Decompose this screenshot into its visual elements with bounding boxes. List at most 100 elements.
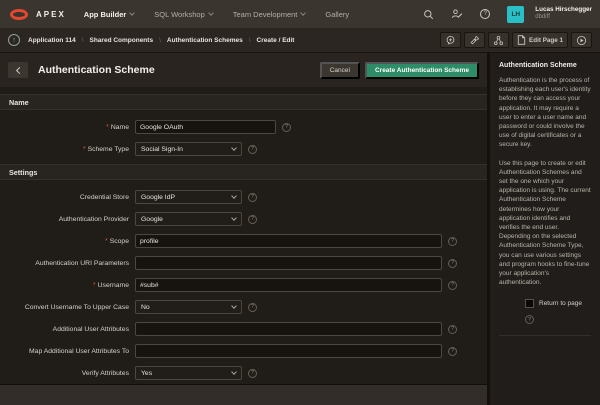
user-name: Lucas Hirschegger [535, 6, 592, 14]
form-footer [0, 384, 487, 405]
field-label: Convert Username To Upper Case [0, 304, 135, 311]
field-row-authentication-provider: Authentication Provider Google ? [0, 208, 487, 230]
section-header-settings: Settings [0, 164, 487, 180]
required-marker: * [93, 282, 96, 289]
menu-gallery[interactable]: Gallery [325, 10, 349, 19]
cancel-button[interactable]: Cancel [320, 62, 360, 79]
field-value: Google OAuth [140, 124, 183, 131]
field-label: *Name [0, 124, 135, 131]
help-icon[interactable]: ? [480, 9, 490, 19]
field-label: Authentication Provider [0, 216, 135, 223]
help-icon[interactable]: ? [248, 145, 257, 154]
field-label: Verify Attributes [0, 370, 135, 377]
help-icon[interactable]: ? [248, 215, 257, 224]
help-icon[interactable]: ? [525, 315, 534, 324]
return-to-page-checkbox[interactable] [525, 299, 534, 308]
avatar[interactable]: LH [507, 6, 524, 23]
feedback-button[interactable] [440, 32, 461, 48]
help-icon[interactable]: ? [282, 123, 291, 132]
name-input[interactable]: Google OAuth [135, 120, 276, 134]
field-label: Map Additional User Attributes To [0, 348, 135, 355]
breadcrumb-separator: \ [159, 37, 161, 44]
breadcrumb-bar: ↑ Application 114 \ Shared Components \ … [0, 28, 600, 53]
verify-attributes-select[interactable]: Yes [135, 366, 242, 380]
main-menu: App Builder SQL Workshop Team Developmen… [84, 10, 349, 19]
help-icon[interactable]: ? [248, 303, 257, 312]
credential-store-select[interactable]: Google IdP [135, 190, 242, 204]
menu-app-builder[interactable]: App Builder [84, 10, 135, 19]
chevron-left-icon [15, 66, 22, 73]
field-label: *Scheme Type [0, 146, 135, 153]
menu-sql-workshop[interactable]: SQL Workshop [154, 10, 212, 19]
edit-page-button[interactable]: Edit Page 1 [512, 32, 568, 48]
run-page-button[interactable] [571, 32, 592, 48]
admin-user-edit-icon[interactable] [451, 8, 463, 20]
field-label: Authentication URI Parameters [0, 260, 135, 267]
field-row-scope: *Scope profile ? [0, 230, 487, 252]
help-icon[interactable]: ? [448, 281, 457, 290]
app-header: APEX App Builder SQL Workshop Team Devel… [0, 0, 600, 28]
flashlight-icon[interactable] [464, 32, 485, 48]
additional-user-attributes-input[interactable] [135, 322, 442, 336]
scope-input[interactable]: profile [135, 234, 442, 248]
section-header-name: Name [0, 94, 487, 110]
breadcrumb-separator: \ [82, 37, 84, 44]
edit-page-label: Edit Page 1 [529, 37, 563, 44]
search-icon[interactable] [423, 9, 434, 20]
field-row-name: *Name Google OAuth ? [0, 116, 487, 138]
required-marker: * [83, 146, 86, 153]
field-row-scheme-type: *Scheme Type Social Sign-In ? [0, 138, 487, 160]
chevron-down-icon [231, 369, 237, 375]
authentication-provider-select[interactable]: Google [135, 212, 242, 226]
help-icon[interactable]: ? [248, 193, 257, 202]
chevron-down-icon [301, 10, 307, 16]
menu-label: App Builder [84, 10, 127, 19]
chevron-down-icon [231, 303, 237, 309]
help-paragraph: Authentication is the process of establi… [499, 76, 591, 150]
breadcrumb-authentication-schemes[interactable]: Authentication Schemes [167, 37, 243, 44]
chevron-down-icon [208, 10, 214, 16]
back-button[interactable] [8, 62, 28, 78]
up-level-icon[interactable]: ↑ [8, 34, 20, 46]
field-value: Social Sign-In [141, 146, 183, 153]
menu-team-development[interactable]: Team Development [233, 10, 306, 19]
breadcrumb-shared-components[interactable]: Shared Components [90, 37, 154, 44]
create-authentication-scheme-button[interactable]: Create Authentication Scheme [365, 62, 479, 79]
help-icon[interactable]: ? [448, 325, 457, 334]
help-panel-title: Authentication Scheme [499, 62, 591, 69]
chevron-down-icon [231, 215, 237, 221]
field-row-verify-attributes: Verify Attributes Yes ? [0, 362, 487, 384]
shared-components-icon[interactable] [488, 32, 509, 48]
field-value: Yes [141, 370, 152, 377]
convert-username-select[interactable]: No [135, 300, 242, 314]
authentication-uri-parameters-input[interactable] [135, 256, 442, 270]
field-value: profile [140, 238, 159, 245]
breadcrumb-create-edit: Create / Edit [257, 37, 295, 44]
apex-brand: APEX [36, 10, 66, 19]
scheme-type-select[interactable]: Social Sign-In [135, 142, 242, 156]
help-icon[interactable]: ? [448, 347, 457, 356]
oracle-logo-icon [10, 9, 28, 20]
user-info[interactable]: Lucas Hirschegger dbdiff [531, 6, 592, 21]
field-row-credential-store: Credential Store Google IdP ? [0, 186, 487, 208]
help-icon[interactable]: ? [448, 259, 457, 268]
help-icon[interactable]: ? [248, 369, 257, 378]
field-label: Additional User Attributes [0, 326, 135, 333]
workspace-name: dbdiff [535, 14, 592, 22]
help-icon[interactable]: ? [448, 237, 457, 246]
menu-label: Team Development [233, 10, 298, 19]
map-additional-user-attributes-input[interactable] [135, 344, 442, 358]
chevron-down-icon [231, 193, 237, 199]
help-panel: Authentication Scheme Authentication is … [490, 53, 600, 405]
field-row-additional-user-attributes: Additional User Attributes ? [0, 318, 487, 340]
page-title-bar: Authentication Scheme Cancel Create Auth… [0, 53, 487, 87]
chevron-down-icon [231, 145, 237, 151]
breadcrumb: Application 114 \ Shared Components \ Au… [28, 37, 294, 44]
field-label: *Scope [0, 238, 135, 245]
username-input[interactable]: #sub# [135, 278, 442, 292]
field-row-authentication-uri-parameters: Authentication URI Parameters ? [0, 252, 487, 274]
field-label: Credential Store [0, 194, 135, 201]
breadcrumb-application[interactable]: Application 114 [28, 37, 76, 44]
field-value: No [141, 304, 150, 311]
menu-label: SQL Workshop [154, 10, 204, 19]
